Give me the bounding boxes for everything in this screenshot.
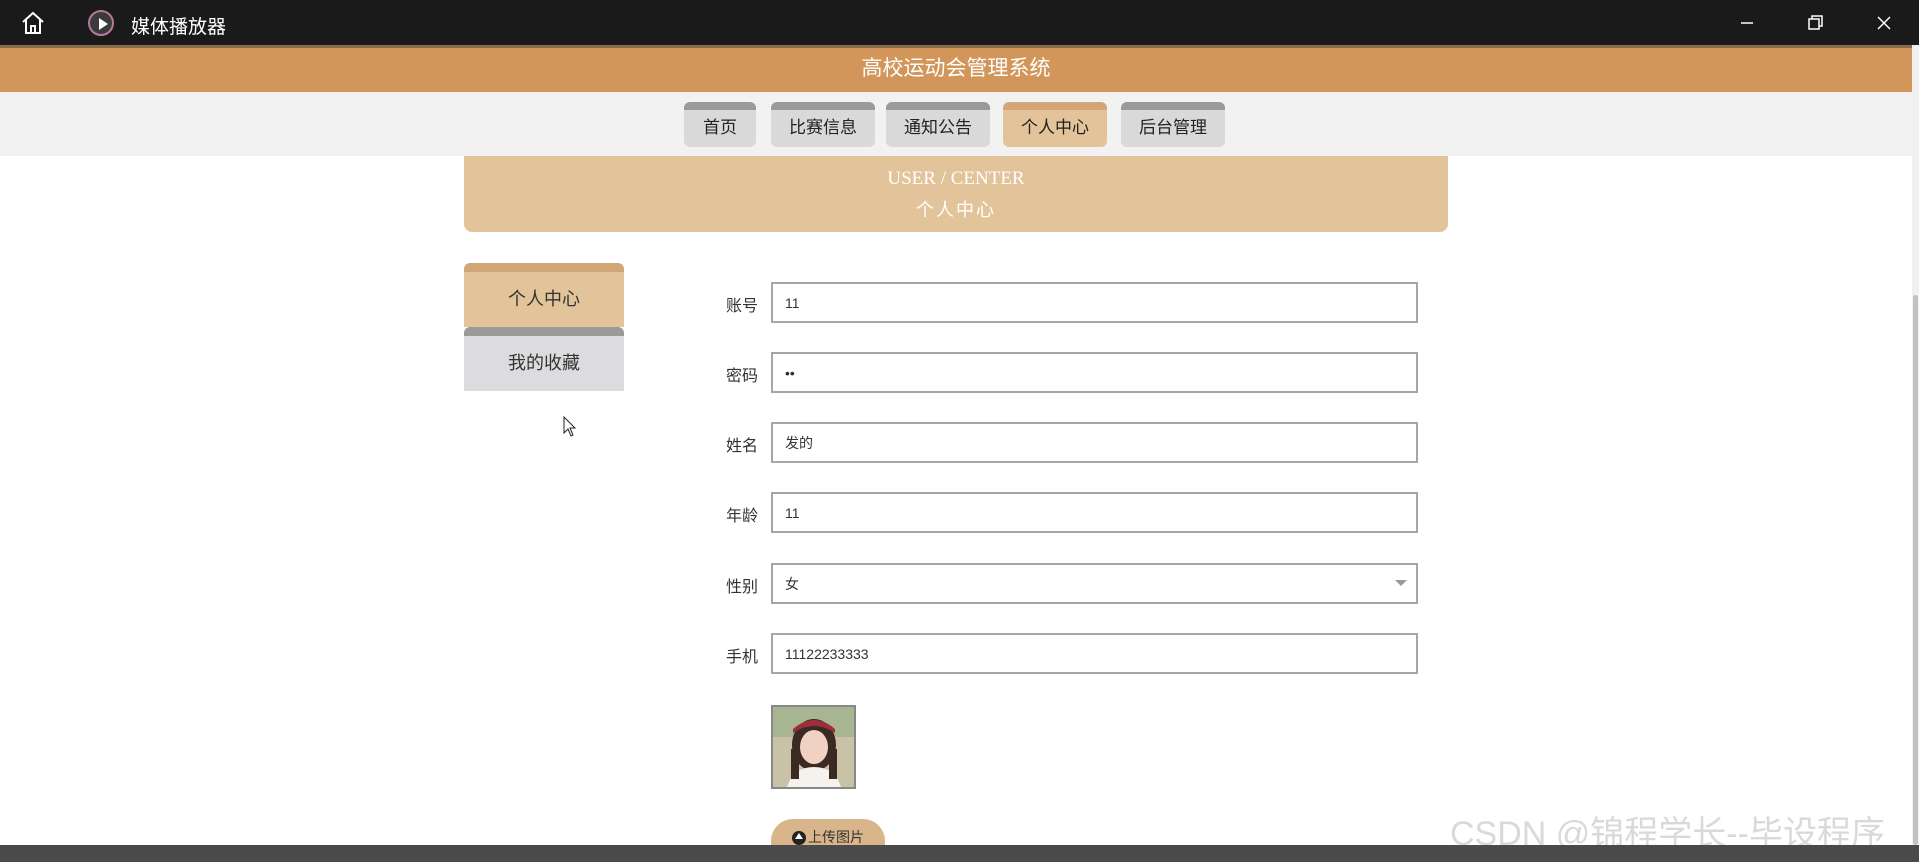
banner-title-en: USER / CENTER: [887, 168, 1025, 189]
nav-tab-user-center[interactable]: 个人中心: [1003, 102, 1107, 147]
chevron-down-icon: [1395, 580, 1407, 586]
close-icon[interactable]: [1870, 9, 1898, 37]
site-title: 高校运动会管理系统: [0, 45, 1912, 92]
gender-select[interactable]: 女: [771, 563, 1418, 604]
gender-label: 性别: [726, 579, 759, 596]
sidebar-item-favorites[interactable]: 我的收藏: [464, 327, 624, 391]
home-icon[interactable]: [20, 10, 46, 36]
sidebar-item-user-center[interactable]: 个人中心: [464, 263, 624, 327]
upload-icon: [792, 831, 806, 846]
nav-tab-admin[interactable]: 后台管理: [1121, 102, 1225, 147]
nav-bar: 首页 比赛信息 通知公告 个人中心 后台管理: [0, 92, 1912, 156]
password-field[interactable]: [771, 352, 1418, 393]
age-label: 年龄: [726, 508, 759, 525]
phone-field[interactable]: [771, 633, 1418, 674]
bottom-bar: [0, 845, 1919, 862]
banner-title-cn: 个人中心: [916, 200, 996, 220]
account-field[interactable]: [771, 282, 1418, 323]
account-label: 账号: [726, 298, 759, 315]
upload-button-label: 上传图片: [808, 829, 864, 845]
age-field[interactable]: [771, 492, 1418, 533]
avatar: [771, 705, 856, 789]
media-player-icon: [88, 10, 114, 36]
page-banner: USER / CENTER 个人中心: [464, 156, 1448, 232]
window-title: 媒体播放器: [131, 17, 227, 38]
minimize-icon[interactable]: [1733, 9, 1761, 37]
name-field[interactable]: [771, 422, 1418, 463]
nav-tab-notices[interactable]: 通知公告: [886, 102, 990, 147]
nav-tab-home[interactable]: 首页: [684, 102, 756, 147]
phone-label: 手机: [726, 649, 759, 666]
maximize-icon[interactable]: [1801, 9, 1829, 37]
cursor-icon: [563, 416, 577, 437]
name-label: 姓名: [726, 438, 759, 455]
avatar-image: [773, 707, 854, 787]
password-label: 密码: [726, 368, 759, 385]
nav-tab-competitions[interactable]: 比赛信息: [771, 102, 875, 147]
window-titlebar: 媒体播放器: [0, 0, 1919, 45]
scrollbar-thumb[interactable]: [1913, 295, 1918, 845]
